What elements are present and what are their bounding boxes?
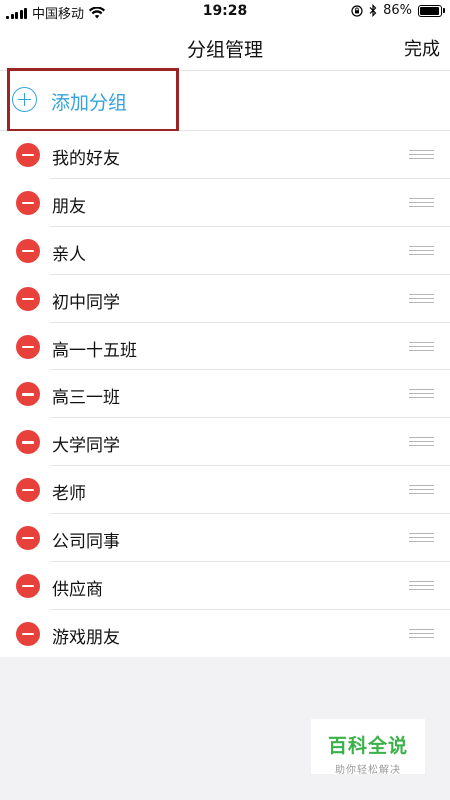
group-row[interactable]: 我的好友 (0, 131, 450, 179)
group-label: 亲人 (52, 244, 86, 265)
delete-minus-icon[interactable] (16, 190, 40, 215)
reorder-handle-icon[interactable] (409, 245, 434, 256)
group-label: 高一十五班 (52, 340, 137, 361)
add-group-row[interactable]: 添加分组 (0, 71, 450, 131)
bluetooth-icon (369, 4, 377, 17)
delete-minus-icon[interactable] (16, 143, 40, 167)
reorder-handle-icon[interactable] (409, 293, 434, 304)
group-row[interactable]: 老师 (0, 466, 450, 515)
navigation-bar: 分组管理 完成 (0, 24, 450, 71)
group-row[interactable]: 高三一班 (0, 370, 450, 419)
group-row[interactable]: 初中同学 (0, 274, 450, 323)
group-row[interactable]: 公司同事 (0, 514, 450, 563)
orientation-lock-icon (351, 4, 363, 17)
add-circle-icon[interactable] (12, 87, 37, 112)
reorder-handle-icon[interactable] (409, 581, 434, 591)
reorder-handle-icon[interactable] (409, 150, 434, 160)
group-label: 高三一班 (52, 388, 120, 409)
delete-minus-icon[interactable] (16, 238, 40, 263)
reorder-handle-icon[interactable] (409, 197, 434, 208)
group-row[interactable]: 大学同学 (0, 418, 450, 467)
delete-minus-icon[interactable] (16, 334, 40, 359)
delete-minus-icon[interactable] (16, 286, 40, 311)
group-label: 游戏朋友 (52, 627, 120, 648)
status-right: 86% (351, 3, 445, 18)
group-label: 供应商 (52, 580, 103, 601)
reorder-handle-icon[interactable] (409, 628, 434, 639)
watermark-logo: 百科全说 助你轻松解决 (311, 719, 425, 776)
reorder-handle-icon[interactable] (409, 389, 434, 399)
battery-icon (418, 4, 445, 17)
group-list: 我的好友朋友亲人初中同学高一十五班高三一班大学同学老师公司同事供应商游戏朋友 (0, 131, 450, 658)
reorder-handle-icon[interactable] (409, 437, 434, 447)
watermark-title: 百科全说 (327, 735, 408, 757)
group-label: 朋友 (52, 196, 86, 217)
delete-minus-icon[interactable] (16, 526, 40, 551)
add-group-label[interactable]: 添加分组 (51, 88, 127, 115)
group-row[interactable]: 供应商 (0, 562, 450, 610)
page-title: 分组管理 (186, 39, 263, 61)
group-label: 我的好友 (52, 149, 120, 169)
group-label: 老师 (52, 484, 86, 505)
reorder-handle-icon[interactable] (409, 341, 434, 352)
done-button[interactable]: 完成 (404, 35, 440, 61)
group-row[interactable]: 亲人 (0, 226, 450, 275)
reorder-handle-icon[interactable] (409, 485, 434, 495)
watermark-subtitle: 助你轻松解决 (335, 765, 401, 776)
delete-minus-icon[interactable] (16, 621, 40, 646)
group-label: 初中同学 (52, 292, 120, 313)
delete-minus-icon[interactable] (16, 430, 40, 455)
delete-minus-icon[interactable] (16, 382, 40, 407)
delete-minus-icon[interactable] (16, 574, 40, 599)
group-row[interactable]: 游戏朋友 (0, 609, 450, 658)
group-label: 公司同事 (52, 532, 120, 553)
group-label: 大学同学 (52, 436, 120, 457)
delete-minus-icon[interactable] (16, 478, 40, 503)
battery-percent: 86% (383, 3, 412, 18)
reorder-handle-icon[interactable] (409, 533, 434, 543)
status-bar: 中国移动 19:28 86% (0, 0, 450, 24)
group-row[interactable]: 朋友 (0, 178, 450, 227)
group-row[interactable]: 高一十五班 (0, 322, 450, 371)
